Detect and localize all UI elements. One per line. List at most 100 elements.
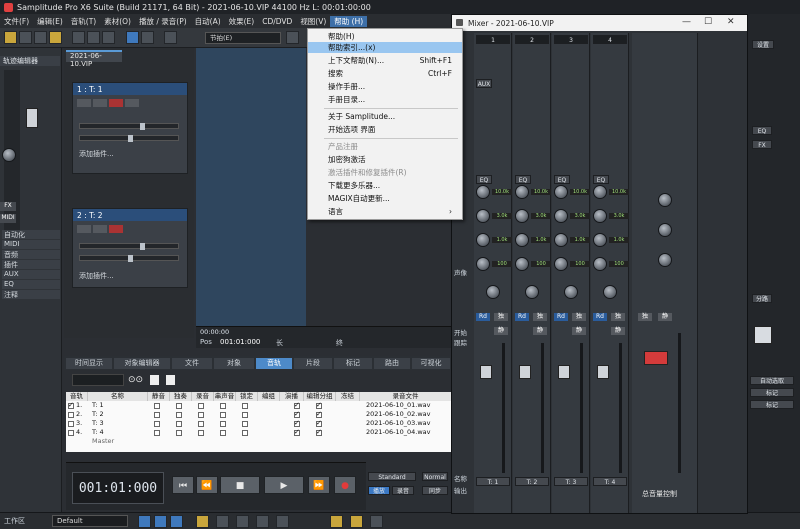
strip-1-label[interactable]: T: 1 bbox=[476, 477, 510, 486]
left-item-notes[interactable]: 注释 bbox=[2, 290, 60, 299]
track-2-add-plugin[interactable]: 添加插件... bbox=[79, 271, 114, 281]
row-2-mute-checkbox[interactable] bbox=[154, 412, 160, 418]
menu-edit[interactable]: 编辑(E) bbox=[33, 16, 67, 27]
menu-help[interactable]: 帮助 (H) bbox=[330, 15, 368, 27]
row-3-lock-checkbox[interactable] bbox=[242, 421, 248, 427]
tempo-field[interactable]: 节拍(E) bbox=[205, 32, 281, 44]
master-knob-a[interactable] bbox=[658, 193, 672, 207]
save-icon[interactable] bbox=[19, 31, 32, 44]
project-tab[interactable]: 2021-06-10.VIP bbox=[66, 50, 122, 68]
help-menu-item-search[interactable]: 搜索 Ctrl+F bbox=[308, 68, 462, 79]
left-item-midi[interactable]: MIDI bbox=[2, 240, 60, 249]
strip-1-pan-knob[interactable] bbox=[486, 285, 500, 299]
help-menu-item-help[interactable]: 帮助(H) bbox=[308, 31, 462, 42]
tab-time-display[interactable]: 时间显示 bbox=[66, 358, 112, 369]
track-2-monitor-button[interactable] bbox=[93, 225, 107, 233]
strip-2-eq-lo-knob[interactable] bbox=[515, 257, 529, 271]
record-icon[interactable]: ● bbox=[334, 476, 356, 494]
strip-3-mute-button[interactable]: 静 bbox=[572, 327, 586, 335]
strip-2-eq-hm-knob[interactable] bbox=[515, 209, 529, 223]
rewind-icon[interactable]: ⏪ bbox=[196, 476, 218, 494]
row-2-editgroup-checkbox[interactable] bbox=[316, 410, 322, 418]
strip-1-solo-button[interactable]: 独 bbox=[494, 313, 508, 321]
left-item-eq[interactable]: EQ bbox=[2, 280, 60, 289]
row-3-editgroup-checkbox[interactable] bbox=[316, 419, 322, 427]
row-4-lock-checkbox[interactable] bbox=[242, 430, 248, 436]
help-menu-item-index[interactable]: 帮助索引...(x) bbox=[308, 42, 462, 53]
right-marker-b[interactable]: 标记 bbox=[750, 400, 794, 409]
row-3-crosstalk-checkbox[interactable] bbox=[220, 421, 226, 427]
strip-4-pan-knob[interactable] bbox=[603, 285, 617, 299]
zoom-tool-icon[interactable] bbox=[141, 31, 154, 44]
fast-forward-icon[interactable]: ⏩ bbox=[308, 476, 330, 494]
strip-1-eq-hm-knob[interactable] bbox=[476, 209, 490, 223]
row-1-select-checkbox[interactable] bbox=[68, 401, 74, 409]
menu-view[interactable]: 视图(V) bbox=[296, 16, 330, 27]
row-2-crosstalk-checkbox[interactable] bbox=[220, 412, 226, 418]
track-2-pan-slider[interactable] bbox=[79, 255, 179, 262]
row-3-solo-checkbox[interactable] bbox=[176, 421, 182, 427]
left-item-plugins[interactable]: 插件 bbox=[2, 260, 60, 269]
status-tool-icon-1[interactable] bbox=[138, 515, 151, 528]
left-midi-button[interactable]: MIDI bbox=[0, 214, 16, 223]
status-tool-icon-10[interactable] bbox=[350, 515, 363, 528]
strip-2-fader[interactable] bbox=[519, 365, 531, 379]
row-1-solo-checkbox[interactable] bbox=[176, 403, 182, 409]
undo-icon[interactable] bbox=[34, 31, 47, 44]
sync-button[interactable]: 同步 bbox=[422, 486, 448, 495]
strip-1-fader[interactable] bbox=[480, 365, 492, 379]
master-knob-b[interactable] bbox=[658, 223, 672, 237]
right-play-icon[interactable] bbox=[754, 326, 772, 344]
track-1-add-plugin[interactable]: 添加插件... bbox=[79, 149, 114, 159]
row-2-select-checkbox[interactable] bbox=[68, 412, 74, 418]
master-solo-button[interactable]: 独 bbox=[638, 313, 652, 321]
track-1-monitor-button[interactable] bbox=[93, 99, 107, 107]
strip-1-eq-lo-knob[interactable] bbox=[476, 257, 490, 271]
menu-track[interactable]: 音轨(T) bbox=[67, 16, 100, 27]
menu-automation[interactable]: 自动(A) bbox=[191, 16, 225, 27]
menu-file[interactable]: 文件(F) bbox=[0, 16, 33, 27]
track-search-input[interactable] bbox=[72, 374, 124, 386]
left-fx-button[interactable]: FX bbox=[0, 202, 16, 211]
track-1-volume-slider[interactable] bbox=[79, 123, 179, 130]
right-link-button[interactable]: 分路 bbox=[752, 294, 772, 303]
status-tool-icon-8[interactable] bbox=[276, 515, 289, 528]
cut-tool-icon[interactable] bbox=[87, 31, 100, 44]
strip-3-eq-lm-knob[interactable] bbox=[554, 233, 568, 247]
strip-4-solo-button[interactable]: 独 bbox=[611, 313, 625, 321]
help-menu-item-start-options[interactable]: 开始选项 界面 bbox=[308, 124, 462, 135]
tab-visualization[interactable]: 可视化 bbox=[412, 358, 450, 369]
row-1-perform-checkbox[interactable] bbox=[294, 401, 300, 409]
strip-2-eq-lm-knob[interactable] bbox=[515, 233, 529, 247]
left-item-audio[interactable]: 音频 bbox=[2, 250, 60, 259]
right-auto-button[interactable]: 自动选取 bbox=[750, 376, 794, 385]
track-1[interactable]: 1 : T: 1 添加插件... bbox=[72, 82, 188, 174]
track-2-volume-slider[interactable] bbox=[79, 243, 179, 250]
strip-3-label[interactable]: T: 3 bbox=[554, 477, 588, 486]
menu-effects[interactable]: 效果(E) bbox=[225, 16, 259, 27]
strip-2-mute-button[interactable]: 静 bbox=[533, 327, 547, 335]
status-tool-icon-3[interactable] bbox=[170, 515, 183, 528]
help-menu-item-auto-update[interactable]: MAGIX自动更新... bbox=[308, 193, 462, 204]
strip-4-mute-button[interactable]: 静 bbox=[611, 327, 625, 335]
row-4-editgroup-checkbox[interactable] bbox=[316, 428, 322, 436]
doc-icon[interactable] bbox=[150, 375, 159, 385]
row-2-solo-checkbox[interactable] bbox=[176, 412, 182, 418]
master-knob-c[interactable] bbox=[658, 253, 672, 267]
master-mute-button[interactable]: 静 bbox=[658, 313, 672, 321]
status-tool-icon-5[interactable] bbox=[216, 515, 229, 528]
right-fx-button[interactable]: FX bbox=[752, 140, 772, 149]
row-1-lock-checkbox[interactable] bbox=[242, 403, 248, 409]
stop-icon[interactable]: ■ bbox=[220, 476, 260, 494]
menu-object[interactable]: 素材(O) bbox=[100, 16, 135, 27]
row-1-mute-checkbox[interactable] bbox=[154, 403, 160, 409]
transport-time-display[interactable]: 001:01:000 bbox=[72, 472, 164, 504]
track-2[interactable]: 2 : T: 2 添加插件... bbox=[72, 208, 188, 288]
menu-cddvd[interactable]: CD/DVD bbox=[258, 17, 296, 26]
grid-icon[interactable] bbox=[164, 31, 177, 44]
status-tool-icon-4[interactable] bbox=[196, 515, 209, 528]
row-4-perform-checkbox[interactable] bbox=[294, 428, 300, 436]
left-item-aux[interactable]: AUX bbox=[2, 270, 60, 279]
help-menu-item-language[interactable]: 语言 › bbox=[308, 206, 462, 217]
standard-dropdown[interactable]: Standard bbox=[368, 472, 416, 481]
